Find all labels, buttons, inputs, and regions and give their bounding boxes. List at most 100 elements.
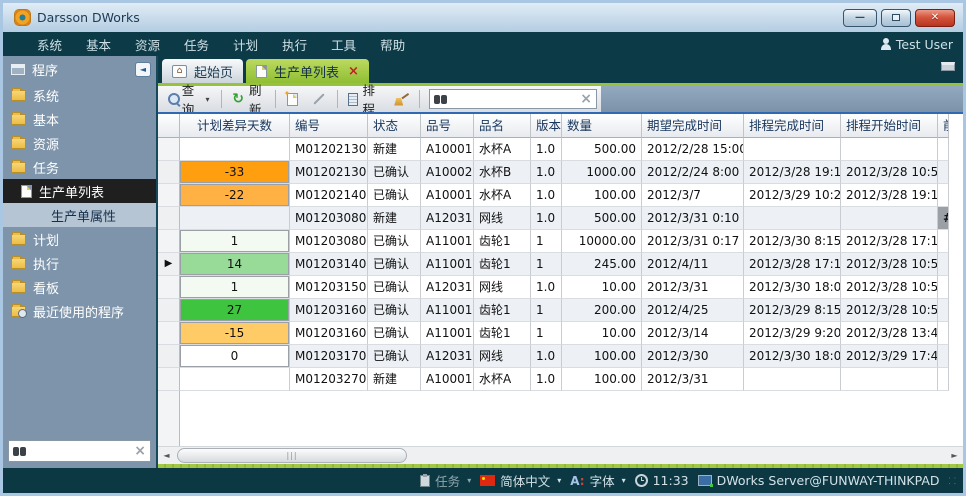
cell-status: 已确认	[368, 253, 421, 276]
cell-diff: 27	[180, 299, 290, 322]
toolbar-button-new-doc[interactable]	[281, 91, 304, 108]
row-selector-cell[interactable]	[158, 184, 180, 207]
table-row[interactable]: 1M012031501已确认A12031网线1.010.002012/3/312…	[158, 276, 963, 299]
table-row[interactable]: -33M012021302已确认A10002水杯B1.01000.002012/…	[158, 161, 963, 184]
table-row[interactable]: M012021301新建A10001水杯A1.0500.002012/2/28 …	[158, 138, 963, 161]
sidebar-item-label: 计划	[33, 230, 59, 249]
sidebar-collapse-button[interactable]: ◄	[135, 62, 151, 77]
sidebar-search-clear-icon[interactable]: ×	[134, 444, 146, 458]
table-row[interactable]: M012032701新建A10001水杯A1.0100.002012/3/31	[158, 368, 963, 391]
tab-1[interactable]: 生产单列表 ×	[246, 59, 369, 83]
cell-status: 已确认	[368, 161, 421, 184]
user-area[interactable]: Test User	[880, 37, 953, 52]
time-label: 11:33	[653, 473, 689, 488]
row-selector-cell[interactable]	[158, 138, 180, 161]
column-header-gutter[interactable]	[158, 114, 180, 138]
statusbar-task-menu[interactable]: 任务 ▾	[420, 471, 471, 490]
tab-label: 生产单列表	[274, 62, 339, 81]
sidebar-item-9[interactable]: 最近使用的程序	[3, 299, 156, 323]
menu-item-0[interactable]: 系统	[25, 32, 74, 57]
cell-qty: 100.00	[562, 345, 642, 368]
row-selector-cell[interactable]	[158, 345, 180, 368]
table-row[interactable]: 27M012031601已确认A11001齿轮11200.002012/4/25…	[158, 299, 963, 322]
cell-item_name: 网线	[474, 345, 531, 368]
menu-item-6[interactable]: 工具	[319, 32, 368, 57]
cell-overflow: #	[938, 207, 949, 230]
chevron-down-icon: ▾	[557, 476, 561, 485]
tab-close-icon[interactable]: ×	[348, 65, 359, 78]
tab-0[interactable]: ⌂起始页	[162, 59, 243, 83]
cell-diff: 1	[180, 230, 290, 253]
menu-item-3[interactable]: 任务	[172, 32, 221, 57]
column-header-no[interactable]: 编号	[290, 114, 368, 138]
scrollbar-track[interactable]: |||	[175, 447, 946, 465]
row-selector-cell[interactable]: ▶	[158, 253, 180, 276]
minimize-button[interactable]: —	[843, 9, 877, 27]
sidebar-item-8[interactable]: 看板	[3, 275, 156, 299]
cell-overflow	[938, 299, 949, 322]
sidebar-item-label: 生产单属性	[51, 206, 116, 225]
column-header-sched_end[interactable]: 排程完成时间	[744, 114, 841, 138]
table-row[interactable]: 0M012031701已确认A12031网线1.0100.002012/3/30…	[158, 345, 963, 368]
cell-overflow	[938, 322, 949, 345]
statusbar-language-menu[interactable]: 简体中文 ▾	[480, 471, 561, 490]
menu-item-1[interactable]: 基本	[74, 32, 123, 57]
menu-item-4[interactable]: 计划	[221, 32, 270, 57]
cell-version: 1.0	[531, 368, 562, 391]
cell-due: 2012/3/14	[642, 322, 744, 345]
column-header-sched_start[interactable]: 排程开始时间	[841, 114, 938, 138]
row-selector-cell[interactable]	[158, 299, 180, 322]
row-selector-cell[interactable]	[158, 368, 180, 391]
menu-item-7[interactable]: 帮助	[368, 32, 417, 57]
font-icon: A:	[570, 474, 584, 488]
panel-list-icon[interactable]	[941, 62, 955, 71]
sidebar-item-4[interactable]: 生产单列表	[3, 179, 156, 203]
column-header-item_name[interactable]: 品名	[474, 114, 531, 138]
sidebar-item-0[interactable]: 系统	[3, 83, 156, 107]
restore-button[interactable]	[881, 9, 911, 27]
sidebar-item-3[interactable]: 任务	[3, 155, 156, 179]
toolbar-search-clear-icon[interactable]: ×	[580, 92, 592, 106]
sidebar-item-1[interactable]: 基本	[3, 107, 156, 131]
menu-item-2[interactable]: 资源	[123, 32, 172, 57]
table-row[interactable]: 1M012030802已确认A11001齿轮1110000.002012/3/3…	[158, 230, 963, 253]
resize-grip[interactable]: ⸬	[949, 474, 957, 487]
scrollbar-thumb[interactable]: |||	[177, 448, 407, 463]
row-selector-cell[interactable]	[158, 276, 180, 299]
table-header-row: 计划差异天数编号状态品号品名版本数量期望完成时间排程完成时间排程开始时间前	[158, 114, 963, 138]
toolbar-button-pencil[interactable]	[306, 96, 332, 102]
toolbar-search-input[interactable]	[451, 92, 580, 106]
toolbar-button-broom[interactable]	[388, 91, 414, 108]
column-header-item_no[interactable]: 品号	[421, 114, 474, 138]
column-header-status[interactable]: 状态	[368, 114, 421, 138]
new-doc-icon	[287, 93, 298, 106]
row-selector-cell[interactable]	[158, 230, 180, 253]
scroll-left-icon[interactable]: ◄	[158, 447, 175, 465]
table-row[interactable]: M012030801新建A12031网线1.0500.002012/3/31 0…	[158, 207, 963, 230]
row-selector-cell[interactable]	[158, 322, 180, 345]
column-header-diff[interactable]: 计划差异天数	[180, 114, 290, 138]
column-header-qty[interactable]: 数量	[562, 114, 642, 138]
row-selector-cell[interactable]	[158, 207, 180, 230]
column-header-due[interactable]: 期望完成时间	[642, 114, 744, 138]
sidebar-item-6[interactable]: 计划	[3, 227, 156, 251]
column-header-overflow[interactable]: 前	[938, 114, 949, 138]
cell-qty: 10.00	[562, 276, 642, 299]
cell-sched_start	[841, 368, 938, 391]
menu-item-5[interactable]: 执行	[270, 32, 319, 57]
sidebar-item-2[interactable]: 资源	[3, 131, 156, 155]
table-row[interactable]: -15M012031602已确认A11001齿轮1110.002012/3/14…	[158, 322, 963, 345]
close-button[interactable]: ✕	[915, 9, 955, 27]
sidebar-search-input[interactable]	[30, 444, 134, 458]
sidebar-item-7[interactable]: 执行	[3, 251, 156, 275]
sidebar-item-5[interactable]: 生产单属性	[3, 203, 156, 227]
row-selector-cell[interactable]	[158, 161, 180, 184]
folder-icon	[11, 258, 26, 269]
folder-icon	[11, 282, 26, 293]
column-header-version[interactable]: 版本	[531, 114, 562, 138]
title-bar: Darsson DWorks — ✕	[3, 3, 963, 32]
table-row[interactable]: -22M012021401已确认A10001水杯A1.0100.002012/3…	[158, 184, 963, 207]
statusbar-font-menu[interactable]: A: 字体 ▾	[570, 471, 625, 490]
table-row[interactable]: ▶14M012031402已确认A11001齿轮11245.002012/4/1…	[158, 253, 963, 276]
scroll-right-icon[interactable]: ►	[946, 447, 963, 465]
